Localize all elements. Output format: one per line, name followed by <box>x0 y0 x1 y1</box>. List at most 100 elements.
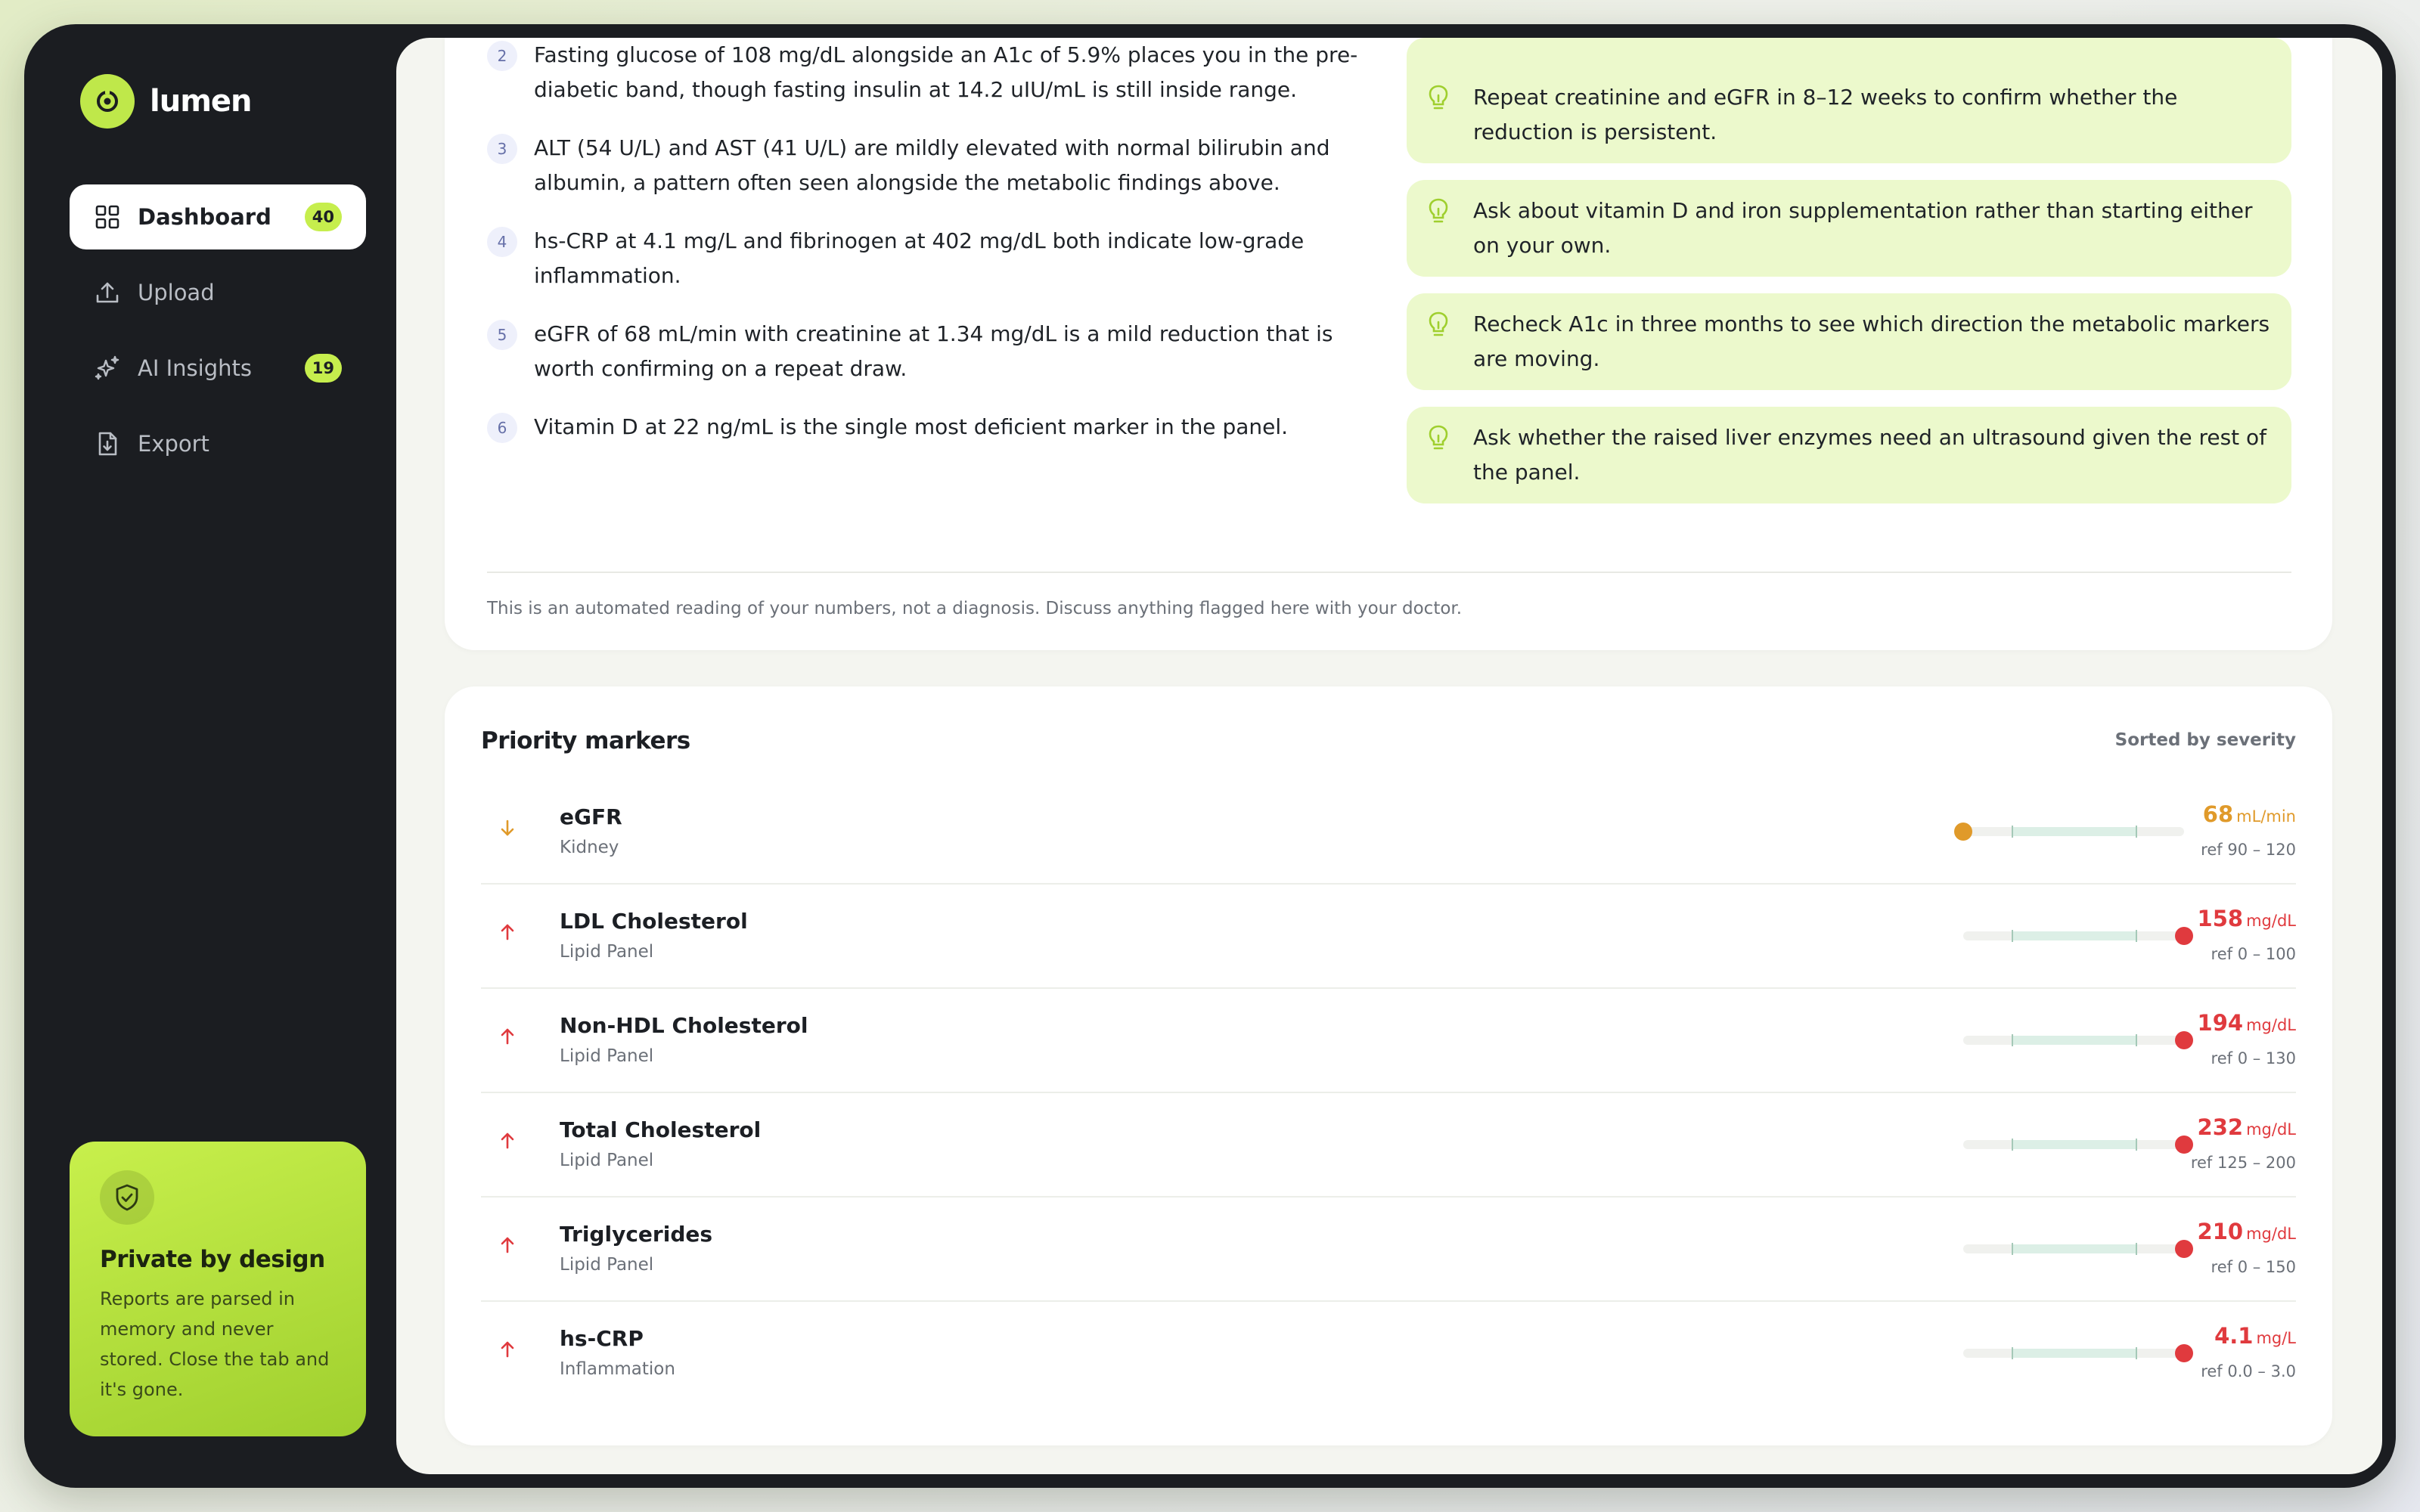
marker-value: 194 mg/dL <box>2198 1010 2296 1036</box>
marker-value-number: 232 <box>2197 1114 2244 1140</box>
next-step-item: Recheck A1c in three months to see which… <box>1407 293 2291 390</box>
marker-category: Lipid Panel <box>560 1151 654 1170</box>
finding-number: 4 <box>487 227 517 257</box>
next-step-text: Ask about vitamin D and iron supplementa… <box>1473 198 2253 258</box>
priority-markers-title: Priority markers <box>481 727 690 754</box>
value-dot <box>1954 823 1972 841</box>
priority-markers-card: Priority markers Sorted by severity eGFR… <box>445 686 2332 1445</box>
value-dot <box>2175 1344 2193 1362</box>
disclaimer-text: This is an automated reading of your num… <box>487 599 1463 618</box>
ai-insights-count-badge: 19 <box>304 354 342 383</box>
finding-number: 2 <box>487 41 517 71</box>
marker-unit: mg/dL <box>2246 912 2296 930</box>
marker-unit: mg/L <box>2256 1329 2296 1347</box>
finding-item: 6 Vitamin D at 22 ng/mL is the single mo… <box>487 410 1372 445</box>
marker-row[interactable]: Total Cholesterol Lipid Panel 232 mg/dL r… <box>481 1093 2296 1198</box>
lightbulb-icon <box>1428 85 1452 112</box>
marker-row[interactable]: eGFR Kidney 68 mL/min ref 90 – 120 <box>481 780 2296 885</box>
lightbulb-icon <box>1428 425 1452 452</box>
marker-ref-range: ref 0 – 130 <box>2211 1049 2296 1067</box>
marker-row[interactable]: Non-HDL Cholesterol Lipid Panel 194 mg/dL… <box>481 989 2296 1093</box>
grid-icon <box>94 203 121 231</box>
marker-ref-range: ref 0 – 150 <box>2211 1258 2296 1276</box>
privacy-title: Private by design <box>100 1246 325 1273</box>
value-dot <box>2175 1031 2193 1049</box>
sidebar-item-dashboard[interactable]: Dashboard 40 <box>70 184 366 249</box>
finding-number: 3 <box>487 134 517 164</box>
marker-name: eGFR <box>560 804 622 829</box>
range-bar <box>1963 1031 2193 1049</box>
arrow-up-icon <box>496 1338 519 1361</box>
marker-name: Triglycerides <box>560 1222 713 1247</box>
sidebar-item-label: Upload <box>138 280 215 305</box>
sidebar: lumen Dashboard 40 Upload AI Insights 19… <box>24 24 396 1488</box>
upload-icon <box>94 279 121 306</box>
marker-category: Kidney <box>560 838 619 857</box>
marker-ref-range: ref 0 – 100 <box>2211 945 2296 963</box>
finding-text: Vitamin D at 22 ng/mL is the single most… <box>534 414 1289 439</box>
finding-item: 2 Fasting glucose of 108 mg/dL alongside… <box>487 38 1372 107</box>
marker-name: LDL Cholesterol <box>560 909 748 934</box>
sidebar-nav: Dashboard 40 Upload AI Insights 19 Expor… <box>70 184 366 487</box>
sidebar-item-label: AI Insights <box>138 355 252 381</box>
arrow-up-icon <box>496 921 519 943</box>
marker-row[interactable]: LDL Cholesterol Lipid Panel 158 mg/dL ref… <box>481 885 2296 989</box>
marker-value-number: 68 <box>2202 801 2234 827</box>
marker-name: Total Cholesterol <box>560 1117 762 1142</box>
finding-item: 4 hs-CRP at 4.1 mg/L and fibrinogen at 4… <box>487 224 1372 293</box>
file-export-icon <box>94 430 121 457</box>
sidebar-item-export[interactable]: Export <box>70 411 366 476</box>
marker-name: Non-HDL Cholesterol <box>560 1013 808 1038</box>
marker-value-number: 158 <box>2197 906 2244 931</box>
marker-unit: mg/dL <box>2246 1016 2296 1034</box>
range-bar <box>1963 927 2193 945</box>
arrow-up-icon <box>496 1129 519 1152</box>
marker-category: Lipid Panel <box>560 942 654 962</box>
sidebar-item-label: Export <box>138 431 209 457</box>
insights-summary-card: 2 Fasting glucose of 108 mg/dL alongside… <box>445 38 2332 650</box>
sidebar-item-upload[interactable]: Upload <box>70 260 366 325</box>
next-step-item: Ask whether the raised liver enzymes nee… <box>1407 407 2291 503</box>
finding-item: 5 eGFR of 68 mL/min with creatinine at 1… <box>487 317 1372 386</box>
range-bar <box>1963 1344 2193 1362</box>
finding-text: ALT (54 U/L) and AST (41 U/L) are mildly… <box>534 135 1330 195</box>
main-content[interactable]: 2 Fasting glucose of 108 mg/dL alongside… <box>396 38 2382 1474</box>
lightbulb-icon <box>1428 311 1452 339</box>
marker-row[interactable]: Triglycerides Lipid Panel 210 mg/dL ref 0… <box>481 1198 2296 1302</box>
sidebar-item-ai-insights[interactable]: AI Insights 19 <box>70 336 366 401</box>
marker-ref-range: ref 90 – 120 <box>2201 841 2296 859</box>
marker-category: Lipid Panel <box>560 1046 654 1066</box>
range-bar <box>1954 823 2184 841</box>
marker-value-number: 4.1 <box>2214 1323 2254 1349</box>
brand[interactable]: lumen <box>80 74 252 129</box>
marker-category: Lipid Panel <box>560 1255 654 1275</box>
sidebar-item-label: Dashboard <box>138 204 271 230</box>
value-dot <box>2175 1136 2193 1154</box>
marker-value: 158 mg/dL <box>2198 906 2296 931</box>
marker-unit: mg/dL <box>2246 1225 2296 1243</box>
next-step-text: Repeat creatinine and eGFR in 8–12 weeks… <box>1473 85 2178 144</box>
finding-text: Fasting glucose of 108 mg/dL alongside a… <box>534 42 1358 102</box>
marker-value: 232 mg/dL <box>2198 1114 2296 1140</box>
marker-category: Inflammation <box>560 1359 675 1379</box>
arrow-up-icon <box>496 1234 519 1256</box>
marker-ref-range: ref 125 – 200 <box>2190 1154 2296 1172</box>
marker-value: 210 mg/dL <box>2198 1219 2296 1244</box>
finding-number: 5 <box>487 320 517 350</box>
arrow-down-icon <box>496 816 519 839</box>
privacy-text: Reports are parsed in memory and never s… <box>100 1288 330 1400</box>
marker-row[interactable]: hs-CRP Inflammation 4.1 mg/L ref 0.0 – 3.… <box>481 1302 2296 1406</box>
sparkle-icon <box>94 355 121 382</box>
finding-item: 3 ALT (54 U/L) and AST (41 U/L) are mild… <box>487 131 1372 200</box>
finding-number: 6 <box>487 413 517 443</box>
sort-label[interactable]: Sorted by severity <box>2115 730 2296 750</box>
finding-text: eGFR of 68 mL/min with creatinine at 1.3… <box>534 321 1333 381</box>
finding-text: hs-CRP at 4.1 mg/L and fibrinogen at 402… <box>534 228 1305 288</box>
lumen-logo-icon <box>80 74 135 129</box>
next-steps-list: Repeat creatinine and eGFR in 8–12 weeks… <box>1407 38 2291 520</box>
marker-value-number: 194 <box>2197 1010 2244 1036</box>
arrow-up-icon <box>496 1025 519 1048</box>
value-dot <box>2175 927 2193 945</box>
marker-unit: mL/min <box>2236 807 2296 826</box>
marker-value: 68 mL/min <box>2203 801 2296 827</box>
